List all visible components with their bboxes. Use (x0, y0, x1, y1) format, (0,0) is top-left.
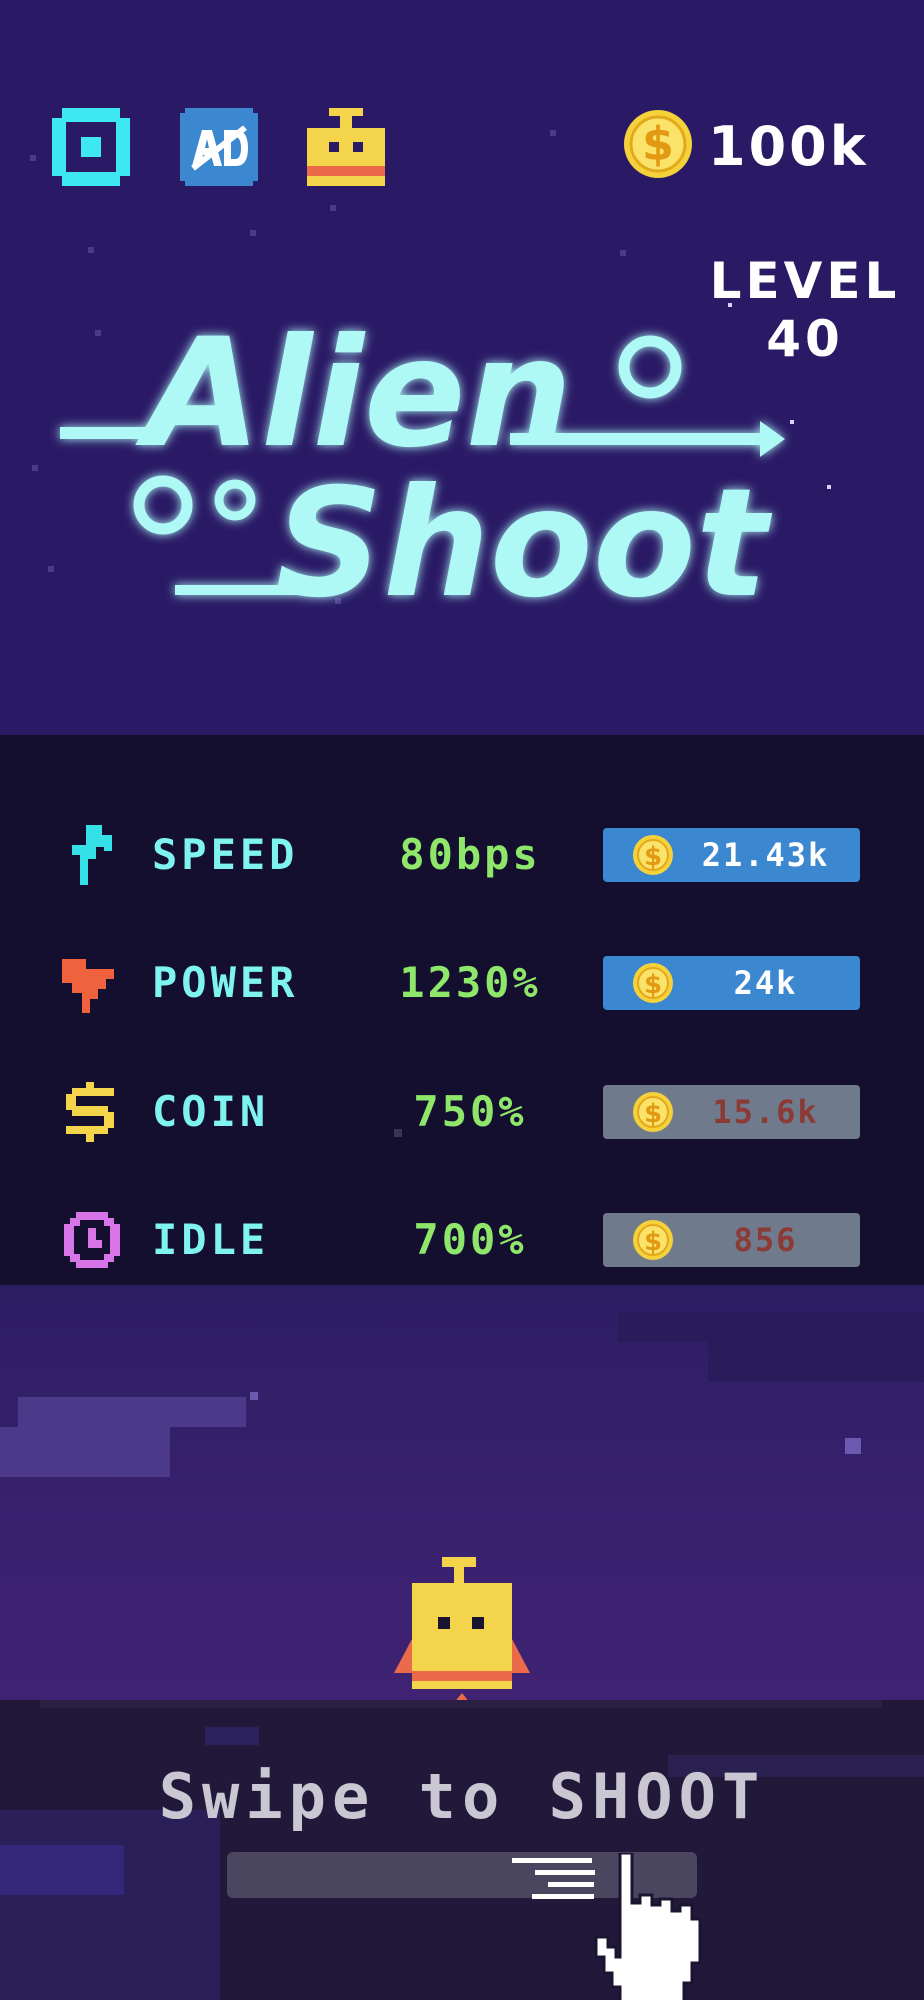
upgrade-idle-button[interactable]: $ 856 (603, 1213, 860, 1267)
star (88, 247, 94, 253)
ship-icon (307, 108, 385, 186)
ship-skin-button[interactable] (307, 108, 385, 186)
settings-button[interactable] (52, 108, 130, 186)
coin-icon: $ (633, 1220, 673, 1260)
upgrade-row-idle: IDLE 700% $ 856 (0, 1205, 924, 1275)
svg-text:$: $ (644, 970, 662, 1000)
ground-edge (40, 1700, 882, 1708)
star (550, 130, 556, 136)
upgrade-label: IDLE (152, 1215, 270, 1264)
upgrade-row-power: POWER 1230% $ 24k (0, 948, 924, 1018)
player-ship[interactable] (392, 1555, 532, 1715)
game-screen: $ 100k LEVEL 40 Alien Shoot SPEED 80bps … (0, 0, 924, 2000)
upgrade-coin-button[interactable]: $ 15.6k (603, 1085, 860, 1139)
star (394, 1129, 402, 1137)
cloud-block (708, 1342, 924, 1382)
star (845, 1438, 861, 1454)
no-ads-icon (180, 108, 258, 186)
upgrade-value: 700% (413, 1215, 527, 1264)
upgrade-speed-button[interactable]: $ 21.43k (603, 828, 860, 882)
motion-line (548, 1882, 594, 1887)
remove-ads-button[interactable] (180, 108, 258, 186)
upgrade-value: 750% (413, 1087, 527, 1136)
star (30, 155, 36, 161)
logo-line2: Shoot (275, 457, 773, 615)
coin-icon: $ (633, 963, 673, 1003)
upgrade-value: 80bps (399, 830, 541, 879)
pointing-hand-icon (594, 1853, 702, 2000)
clock-icon (64, 1212, 120, 1268)
cloud-block (0, 1427, 170, 1477)
upgrade-price: 856 (733, 1221, 798, 1259)
motion-line (532, 1894, 594, 1899)
bullet-hole-icon (618, 335, 682, 399)
power-bolt-icon (62, 959, 114, 1013)
ground-block (0, 1845, 124, 1895)
motion-line (512, 1858, 592, 1863)
star (330, 205, 336, 211)
game-logo: Alien Shoot (60, 315, 785, 615)
svg-text:$: $ (642, 117, 674, 171)
upgrade-price: 15.6k (712, 1093, 819, 1131)
star (250, 1392, 258, 1400)
ground-block (205, 1727, 259, 1745)
coin-icon: $ (633, 1092, 673, 1132)
star (620, 250, 626, 256)
star (250, 230, 256, 236)
upgrade-row-speed: SPEED 80bps $ 21.43k (0, 820, 924, 890)
coin-balance: 100k (708, 115, 869, 178)
upgrade-row-coin: COIN 750% $ 15.6k (0, 1077, 924, 1147)
coin-icon: $ (624, 110, 692, 178)
upgrade-panel: SPEED 80bps $ 21.43k POWER 1230% $ 24k C… (0, 735, 924, 1285)
swipe-instruction: Swipe to SHOOT (158, 1760, 766, 1833)
star (32, 465, 38, 471)
cloud-block (18, 1397, 246, 1427)
coin-icon: $ (633, 835, 673, 875)
cloud-block (618, 1312, 924, 1342)
level-label: LEVEL (709, 252, 901, 310)
svg-text:$: $ (644, 1099, 662, 1129)
bullet-hole-icon (133, 475, 193, 535)
upgrade-label: SPEED (152, 830, 299, 879)
upgrade-price: 21.43k (701, 836, 830, 874)
upgrade-power-button[interactable]: $ 24k (603, 956, 860, 1010)
upgrade-price: 24k (733, 964, 798, 1002)
upgrade-value: 1230% (399, 958, 541, 1007)
settings-icon (52, 108, 130, 186)
lightning-icon (72, 825, 112, 885)
bullet-hole-icon (214, 479, 256, 521)
dollar-icon (66, 1082, 114, 1142)
motion-line (535, 1870, 595, 1875)
title-area: $ 100k LEVEL 40 Alien Shoot (0, 0, 924, 735)
ground-block (0, 1810, 220, 2000)
upgrade-label: POWER (152, 958, 299, 1007)
svg-text:$: $ (644, 1227, 662, 1257)
svg-text:$: $ (644, 842, 662, 872)
upgrade-label: COIN (152, 1087, 270, 1136)
